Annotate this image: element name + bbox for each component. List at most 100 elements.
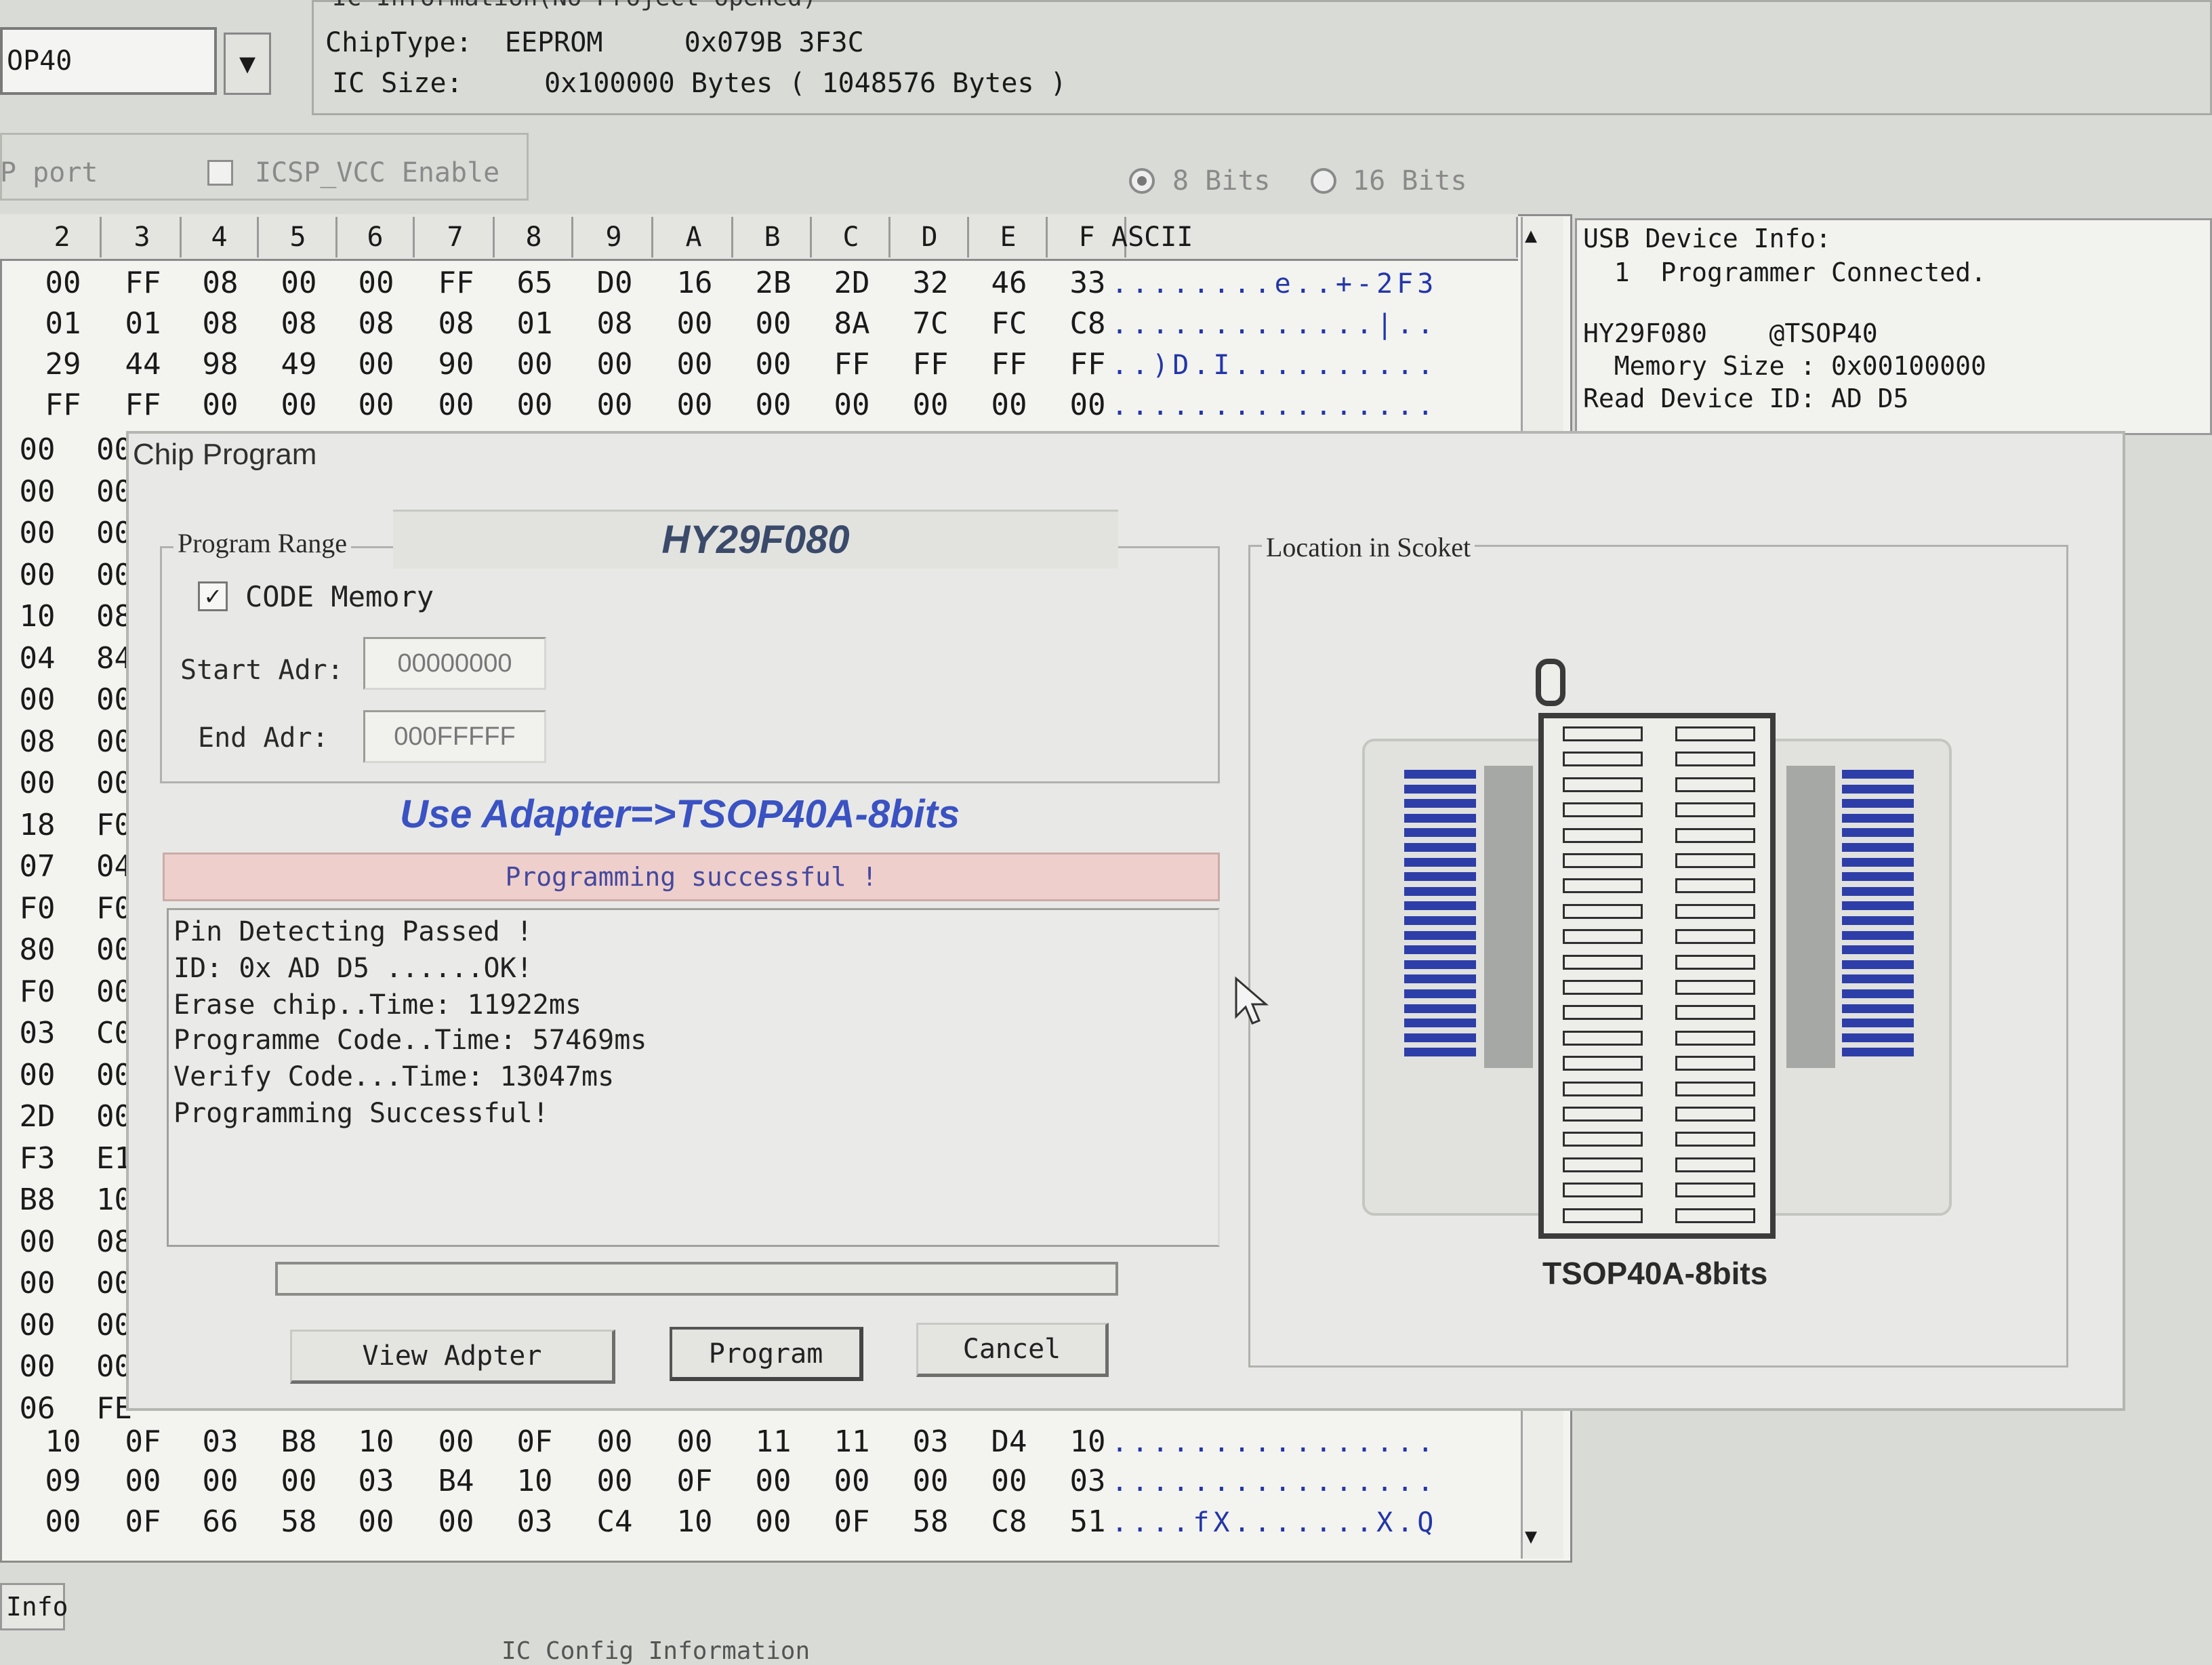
hex-cell[interactable]: F3 bbox=[0, 1141, 75, 1176]
hex-cell[interactable]: 00 bbox=[0, 1349, 75, 1384]
hex-cell[interactable]: D0 bbox=[577, 266, 652, 300]
hex-cell[interactable]: FF bbox=[106, 388, 180, 422]
hex-cell[interactable]: 00 bbox=[26, 1504, 100, 1539]
hex-cell[interactable]: B4 bbox=[419, 1464, 493, 1498]
hex-cell[interactable]: 08 bbox=[577, 306, 652, 341]
hex-cell[interactable]: 00 bbox=[657, 306, 732, 341]
hex-cell[interactable]: 08 bbox=[183, 266, 258, 300]
hex-cell[interactable]: 29 bbox=[26, 347, 100, 382]
hex-cell[interactable]: 08 bbox=[262, 306, 336, 341]
hex-cell[interactable]: 7C bbox=[893, 306, 968, 341]
hex-cell[interactable]: 10 bbox=[0, 599, 75, 634]
hex-cell[interactable]: 00 bbox=[339, 347, 413, 382]
hex-cell[interactable]: 58 bbox=[262, 1504, 336, 1539]
hex-cell[interactable]: 00 bbox=[419, 1424, 493, 1459]
hex-cell[interactable]: 01 bbox=[26, 306, 100, 341]
hex-cell[interactable]: 2B bbox=[736, 266, 811, 300]
hex-cell[interactable]: F0 bbox=[0, 974, 75, 1009]
hex-cell[interactable]: 00 bbox=[972, 388, 1046, 422]
hex-cell[interactable]: 00 bbox=[0, 1308, 75, 1342]
radio-16-bits[interactable] bbox=[1311, 168, 1336, 194]
hex-cell[interactable]: 00 bbox=[577, 1464, 652, 1498]
hex-cell[interactable]: 00 bbox=[339, 1504, 413, 1539]
hex-cell[interactable]: B8 bbox=[262, 1424, 336, 1459]
hex-cell[interactable]: 01 bbox=[106, 306, 180, 341]
hex-cell[interactable]: 00 bbox=[0, 1058, 75, 1092]
hex-cell[interactable]: 00 bbox=[0, 432, 75, 467]
hex-cell[interactable]: 00 bbox=[339, 388, 413, 422]
icsp-vcc-checkbox[interactable] bbox=[207, 160, 233, 186]
hex-cell[interactable]: 09 bbox=[26, 1464, 100, 1498]
hex-cell[interactable]: 00 bbox=[419, 388, 493, 422]
hex-cell[interactable]: 03 bbox=[339, 1464, 413, 1498]
hex-cell[interactable]: 00 bbox=[339, 266, 413, 300]
hex-cell[interactable]: 16 bbox=[657, 266, 732, 300]
hex-cell[interactable]: 90 bbox=[419, 347, 493, 382]
hex-cell[interactable]: 0F bbox=[815, 1504, 889, 1539]
hex-cell[interactable]: 66 bbox=[183, 1504, 258, 1539]
cancel-button[interactable]: Cancel bbox=[916, 1323, 1109, 1377]
hex-cell[interactable]: 2D bbox=[815, 266, 889, 300]
hex-cell[interactable]: 11 bbox=[736, 1424, 811, 1459]
scroll-up-icon[interactable]: ▲ bbox=[1525, 224, 1537, 247]
code-memory-checkbox[interactable]: ✓ bbox=[198, 581, 228, 611]
hex-cell[interactable]: 00 bbox=[262, 388, 336, 422]
hex-cell[interactable]: 44 bbox=[106, 347, 180, 382]
hex-cell[interactable]: 00 bbox=[577, 388, 652, 422]
view-adapter-button[interactable]: View Adpter bbox=[290, 1330, 615, 1384]
hex-cell[interactable]: 18 bbox=[0, 808, 75, 842]
hex-cell[interactable]: 08 bbox=[339, 306, 413, 341]
hex-cell[interactable]: 00 bbox=[0, 474, 75, 509]
hex-cell[interactable]: 8A bbox=[815, 306, 889, 341]
hex-cell[interactable]: 0F bbox=[106, 1424, 180, 1459]
hex-cell[interactable]: D4 bbox=[972, 1424, 1046, 1459]
hex-cell[interactable]: F0 bbox=[0, 891, 75, 926]
hex-cell[interactable]: 00 bbox=[736, 347, 811, 382]
hex-cell[interactable]: C4 bbox=[577, 1504, 652, 1539]
end-address-input[interactable]: 000FFFFF bbox=[363, 710, 546, 763]
hex-cell[interactable]: FF bbox=[106, 266, 180, 300]
hex-cell[interactable]: 07 bbox=[0, 849, 75, 884]
hex-cell[interactable]: 00 bbox=[262, 266, 336, 300]
program-button[interactable]: Program bbox=[670, 1327, 863, 1381]
hex-cell[interactable]: 00 bbox=[577, 1424, 652, 1459]
hex-cell[interactable]: 00 bbox=[736, 306, 811, 341]
hex-cell[interactable]: 00 bbox=[0, 516, 75, 550]
hex-cell[interactable]: FF bbox=[26, 388, 100, 422]
hex-cell[interactable]: 03 bbox=[183, 1424, 258, 1459]
hex-cell[interactable]: 98 bbox=[183, 347, 258, 382]
hex-cell[interactable]: 00 bbox=[0, 1266, 75, 1300]
hex-cell[interactable]: 00 bbox=[736, 1504, 811, 1539]
hex-cell[interactable]: 06 bbox=[0, 1391, 75, 1426]
hex-cell[interactable]: 00 bbox=[26, 266, 100, 300]
hex-cell[interactable]: 10 bbox=[657, 1504, 732, 1539]
hex-cell[interactable]: 00 bbox=[106, 1464, 180, 1498]
hex-cell[interactable]: 00 bbox=[736, 388, 811, 422]
hex-cell[interactable]: 00 bbox=[657, 1424, 732, 1459]
hex-cell[interactable]: 0F bbox=[497, 1424, 572, 1459]
device-select[interactable]: OP40 bbox=[0, 27, 217, 95]
hex-cell[interactable]: 58 bbox=[893, 1504, 968, 1539]
hex-cell[interactable]: 00 bbox=[262, 1464, 336, 1498]
hex-cell[interactable]: 46 bbox=[972, 266, 1046, 300]
hex-cell[interactable]: 0F bbox=[657, 1464, 732, 1498]
hex-cell[interactable]: 00 bbox=[657, 347, 732, 382]
hex-cell[interactable]: 00 bbox=[497, 347, 572, 382]
hex-cell[interactable]: FF bbox=[972, 347, 1046, 382]
hex-cell[interactable]: 65 bbox=[497, 266, 572, 300]
hex-cell[interactable]: C8 bbox=[972, 1504, 1046, 1539]
hex-cell[interactable]: 00 bbox=[183, 1464, 258, 1498]
info-tab[interactable]: Info bbox=[0, 1583, 68, 1630]
hex-cell[interactable]: 03 bbox=[0, 1016, 75, 1050]
hex-cell[interactable]: 0F bbox=[106, 1504, 180, 1539]
hex-cell[interactable]: FC bbox=[972, 306, 1046, 341]
hex-cell[interactable]: FF bbox=[893, 347, 968, 382]
hex-cell[interactable]: 00 bbox=[657, 388, 732, 422]
hex-cell[interactable]: 08 bbox=[419, 306, 493, 341]
hex-cell[interactable]: 00 bbox=[419, 1504, 493, 1539]
hex-cell[interactable]: B8 bbox=[0, 1183, 75, 1217]
hex-cell[interactable]: 00 bbox=[893, 1464, 968, 1498]
hex-cell[interactable]: 00 bbox=[577, 347, 652, 382]
scroll-down-icon[interactable]: ▼ bbox=[1525, 1525, 1537, 1548]
hex-cell[interactable]: 00 bbox=[815, 388, 889, 422]
